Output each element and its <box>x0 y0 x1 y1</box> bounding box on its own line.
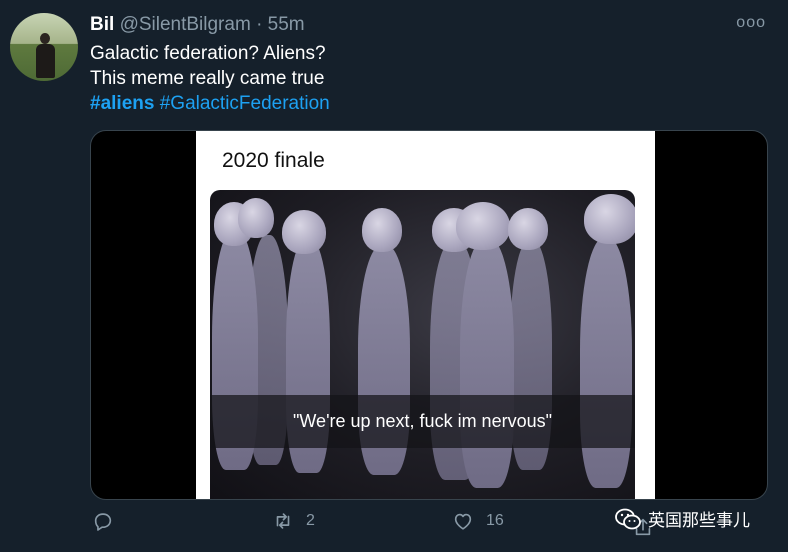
alien-head <box>584 194 635 244</box>
retweet-icon <box>276 513 290 529</box>
reply-button[interactable] <box>92 510 126 532</box>
tweet-text-line2: This meme really came true <box>90 68 325 89</box>
wechat-icon <box>615 508 641 529</box>
meme-title: 2020 finale <box>222 149 325 172</box>
like-count: 16 <box>486 512 504 529</box>
hashtag-aliens[interactable]: #aliens <box>90 93 154 114</box>
retweet-count: 2 <box>306 512 315 529</box>
tweet-media[interactable]: 2020 finale "We're up next, fuck im nerv… <box>90 130 768 500</box>
alien-figure <box>580 238 632 488</box>
hashtag-galactic-federation[interactable]: #GalacticFederation <box>160 93 330 114</box>
tweet-time[interactable]: 55m <box>268 14 305 35</box>
avatar-person-head <box>40 33 50 44</box>
retweet-button[interactable]: 2 <box>272 510 315 532</box>
more-options-icon[interactable]: ooo <box>736 14 766 32</box>
watermark-text: 英国那些事儿 <box>648 511 750 530</box>
meme-caption-bar: "We're up next, fuck im nervous" <box>210 395 635 448</box>
separator-dot: · <box>256 14 263 35</box>
aliens-photo: "We're up next, fuck im nervous" <box>210 190 635 499</box>
alien-head <box>282 210 326 254</box>
reply-icon <box>94 513 112 531</box>
alien-head <box>362 208 402 252</box>
author-name[interactable]: Bil <box>90 14 114 35</box>
avatar[interactable] <box>10 13 78 81</box>
avatar-person-body <box>36 44 55 78</box>
alien-head <box>456 202 510 250</box>
like-button[interactable]: 16 <box>452 510 504 532</box>
hashtags: #aliens #GalacticFederation <box>90 91 330 116</box>
alien-head <box>508 208 548 250</box>
tweet-header: Bil @SilentBilgram · 55m <box>90 14 305 36</box>
tweet-text: Galactic federation? Aliens? This meme r… <box>90 41 330 116</box>
tweet-text-line1: Galactic federation? Aliens? <box>90 43 326 64</box>
meme-image: 2020 finale "We're up next, fuck im nerv… <box>196 131 655 499</box>
meme-caption: "We're up next, fuck im nervous" <box>293 411 552 431</box>
alien-head <box>238 198 274 238</box>
heart-icon <box>454 513 472 530</box>
author-handle[interactable]: @SilentBilgram <box>120 14 251 35</box>
alien-figure <box>460 238 514 488</box>
watermark: 英国那些事儿 <box>614 506 750 531</box>
